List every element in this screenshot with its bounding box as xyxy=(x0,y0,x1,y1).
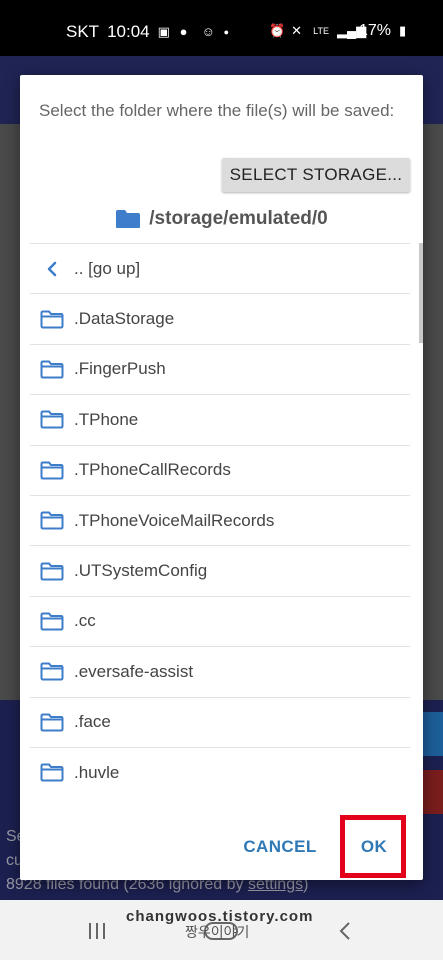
chevron-left-icon xyxy=(30,261,74,277)
status-left: SKT 10:04 ▣ ● ☺ ● xyxy=(66,22,238,42)
folder-icon xyxy=(30,310,74,329)
folder-label: .FingerPush xyxy=(74,359,166,379)
folder-icon xyxy=(30,713,74,732)
watermark-author: 짱우이야기 xyxy=(185,924,250,940)
gallery-icon: ▣ xyxy=(157,24,170,39)
select-storage-button[interactable]: SELECT STORAGE... xyxy=(222,158,410,192)
status-right: ⏰ ✕ LTE ▂▄▆ 17% ▮ xyxy=(269,22,413,40)
folder-icon xyxy=(30,763,74,782)
folder-item[interactable]: .TPhoneVoiceMailRecords xyxy=(30,494,410,545)
current-path: /storage/emulated/0 xyxy=(20,206,423,232)
go-up-label: .. [go up] xyxy=(74,258,141,278)
folder-label: .TPhoneVoiceMailRecords xyxy=(74,510,275,530)
folder-item[interactable]: .TPhone xyxy=(30,394,410,444)
folder-item[interactable]: .eversafe-assist xyxy=(30,646,410,696)
signal-icon: ▂▄▆ xyxy=(336,23,367,38)
folder-item[interactable]: .TPhoneCallRecords xyxy=(30,444,410,495)
alarm-icon: ⏰ xyxy=(269,23,286,38)
folder-picker-dialog: Select the folder where the file(s) will… xyxy=(20,75,423,880)
folder-label: .cc xyxy=(74,611,96,631)
folder-list: .. [go up] .DataStorage .FingerPush .TPhon… xyxy=(30,243,410,799)
folder-icon xyxy=(30,360,74,379)
cancel-button[interactable]: CANCEL xyxy=(240,825,320,869)
folder-label: .eversafe-assist xyxy=(74,661,194,681)
battery-text: 17% xyxy=(358,22,391,39)
status-bar: SKT 10:04 ▣ ● ☺ ● ⏰ ✕ LTE ▂▄▆ 17% ▮ xyxy=(0,0,443,56)
emoji-icon: ☺ xyxy=(201,24,215,39)
ok-highlight-box xyxy=(340,815,406,878)
clock: 10:04 xyxy=(107,22,150,41)
back-icon xyxy=(339,922,350,940)
recent-apps-button[interactable] xyxy=(82,918,112,944)
network-label: LTE xyxy=(313,26,329,36)
folder-icon xyxy=(30,612,74,631)
folder-icon xyxy=(30,511,74,530)
carrier-label: SKT xyxy=(66,22,100,41)
dot-icon: ● xyxy=(223,27,230,37)
folder-item[interactable]: .DataStorage xyxy=(30,293,410,343)
folder-item[interactable]: .FingerPush xyxy=(30,343,410,394)
folder-item[interactable]: .face xyxy=(30,696,410,747)
folder-icon xyxy=(30,662,74,681)
folder-label: .UTSystemConfig xyxy=(74,561,208,581)
current-path-label: /storage/emulated/0 xyxy=(149,208,328,229)
folder-label: .huvle xyxy=(74,762,120,782)
folder-label: .TPhone xyxy=(74,409,139,429)
folder-icon xyxy=(30,562,74,581)
go-up-item[interactable]: .. [go up] xyxy=(30,243,410,293)
dialog-message: Select the folder where the file(s) will… xyxy=(39,101,395,120)
folder-icon xyxy=(30,410,74,429)
battery-icon: ▮ xyxy=(399,23,407,38)
scrollbar-thumb[interactable] xyxy=(419,243,423,343)
folder-label: .TPhoneCallRecords xyxy=(74,460,231,480)
back-button[interactable] xyxy=(330,918,360,944)
folder-label: .face xyxy=(74,712,111,732)
folder-filled-icon xyxy=(116,210,141,228)
folder-icon xyxy=(30,461,74,480)
recent-apps-icon xyxy=(89,923,105,939)
chat-icon: ● xyxy=(179,24,188,39)
folder-item[interactable]: .UTSystemConfig xyxy=(30,545,410,595)
folder-label: .DataStorage xyxy=(74,309,175,329)
folder-item[interactable]: .huvle xyxy=(30,746,410,797)
folder-item[interactable]: .cc xyxy=(30,595,410,646)
mute-icon: ✕ xyxy=(291,23,303,38)
